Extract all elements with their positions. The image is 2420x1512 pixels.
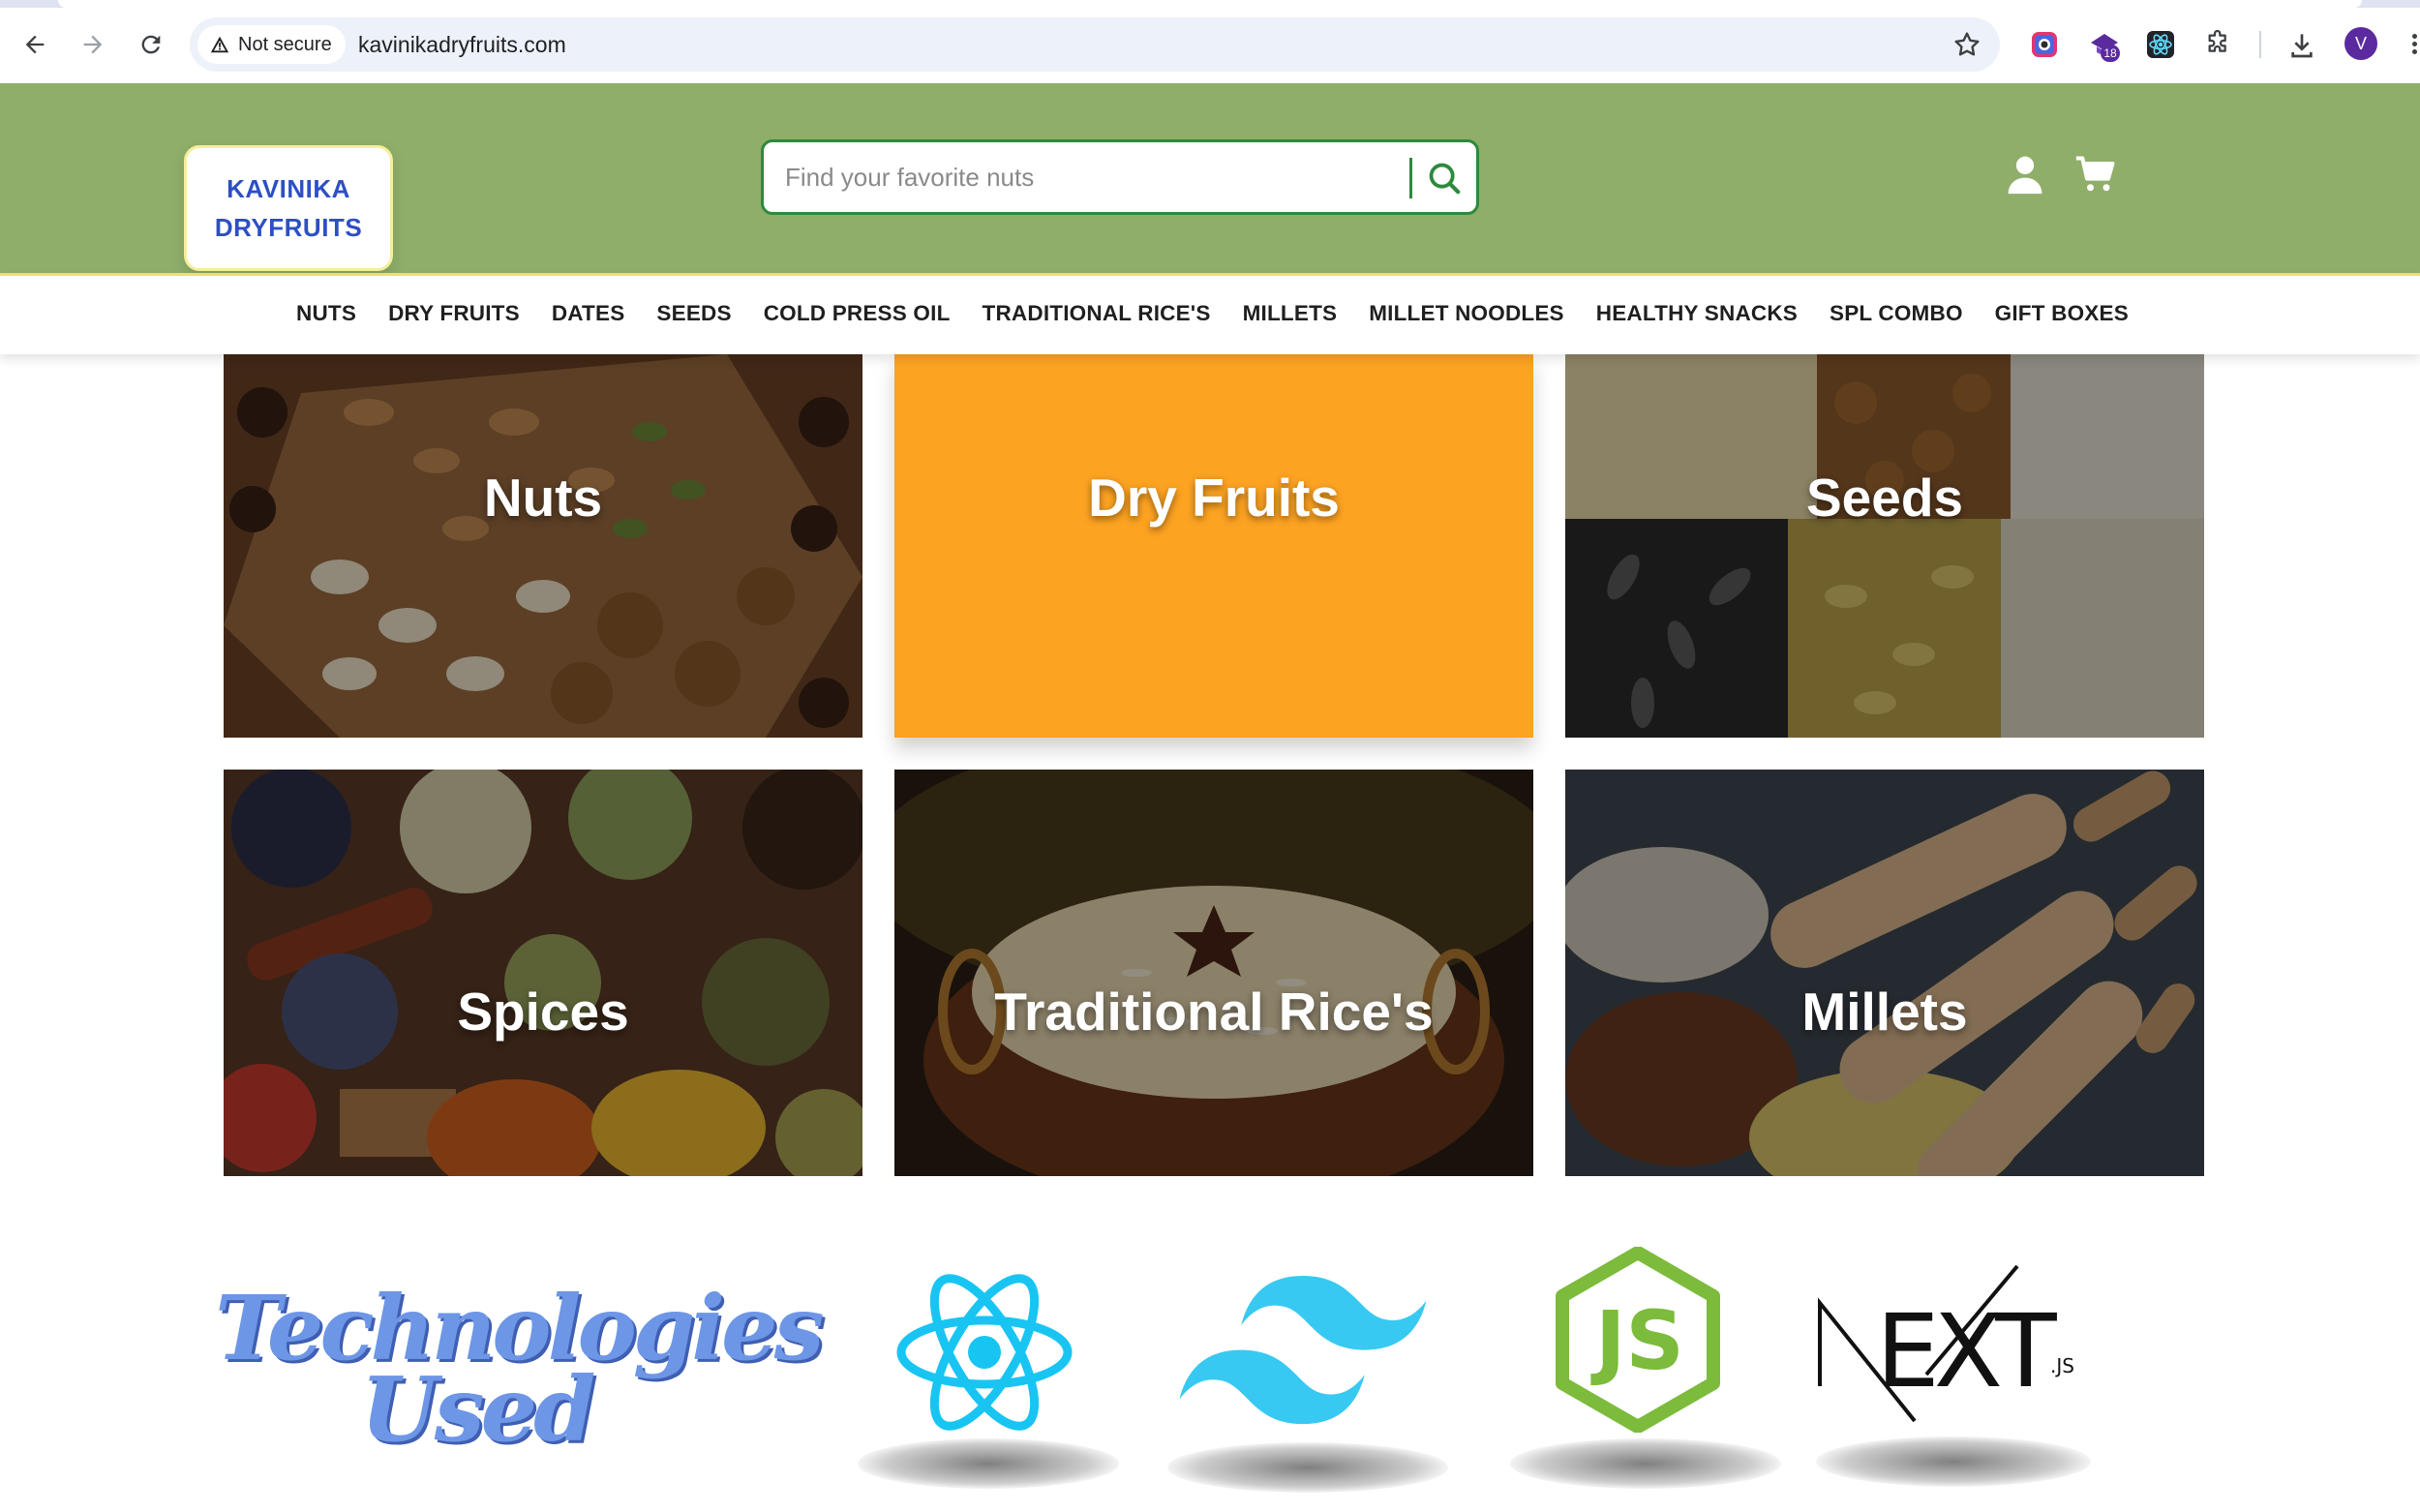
category-label: Seeds xyxy=(1805,468,1964,528)
category-tile-spices[interactable]: Spices xyxy=(224,770,862,1176)
nav-item-dry-fruits[interactable]: DRY FRUITS xyxy=(388,301,520,326)
forward-arrow-icon xyxy=(83,35,103,54)
nodejs-logo-shadow xyxy=(1510,1438,1781,1489)
category-tile-traditional-rices[interactable]: Traditional Rice's xyxy=(894,770,1533,1176)
site-header: KAVINIKA DRYFRUITS xyxy=(0,83,2420,273)
category-tile-millets[interactable]: Millets xyxy=(1565,770,2204,1176)
nav-item-millet-noodles[interactable]: MILLET NOODLES xyxy=(1369,301,1564,326)
svg-text:JS: JS xyxy=(1590,1293,1684,1388)
search-input[interactable] xyxy=(785,154,1366,200)
warning-icon xyxy=(210,36,229,53)
category-label: Traditional Rice's xyxy=(994,982,1434,1042)
extension-badge: 18 xyxy=(2101,45,2120,62)
category-tile-nuts[interactable]: Nuts xyxy=(224,354,862,738)
search-bar xyxy=(761,139,1479,215)
nav-item-seeds[interactable]: SEEDS xyxy=(656,301,731,326)
nav-item-spl-combo[interactable]: SPL COMBO xyxy=(1830,301,1963,326)
tailwind-logo-shadow xyxy=(1167,1442,1448,1493)
technologies-title-line-2: Used xyxy=(360,1357,596,1462)
download-icon xyxy=(2291,34,2313,58)
account-button[interactable] xyxy=(2004,153,2046,196)
puzzle-icon xyxy=(2208,29,2226,52)
profile-avatar[interactable]: V xyxy=(2344,27,2377,60)
react-logo xyxy=(896,1274,1073,1431)
nodejs-logo: JS xyxy=(1556,1247,1720,1433)
logo-line-1: KAVINIKA xyxy=(227,174,350,203)
nav-item-dates[interactable]: DATES xyxy=(552,301,625,326)
nextjs-logo: EXT .JS xyxy=(1818,1264,2074,1423)
security-label: Not secure xyxy=(238,33,332,55)
more-icon[interactable] xyxy=(2408,31,2420,60)
category-nav: NUTS DRY FRUITS DATES SEEDS COLD PRESS O… xyxy=(0,273,2420,354)
nav-item-nuts[interactable]: NUTS xyxy=(296,301,356,326)
tab-strip xyxy=(0,0,2420,8)
user-icon xyxy=(2008,156,2042,195)
reload-button[interactable] xyxy=(132,25,170,64)
back-button[interactable] xyxy=(15,25,54,64)
react-devtools-extension[interactable] xyxy=(2143,27,2178,62)
svg-text:EXT: EXT xyxy=(1876,1292,2057,1410)
toolbar-separator xyxy=(2259,31,2261,58)
technologies-title: Technologies Used xyxy=(215,1284,825,1462)
cart-button[interactable] xyxy=(2074,153,2117,196)
search-button[interactable] xyxy=(1420,154,1468,202)
category-label: Millets xyxy=(1801,982,1968,1042)
category-tile-dry-fruits[interactable]: Dry Fruits xyxy=(894,354,1533,738)
url-text[interactable]: kavinikadryfruits.com xyxy=(358,32,566,58)
dry-fruits-background xyxy=(894,354,1533,738)
nextjs-suffix: .JS xyxy=(2050,1354,2074,1377)
nav-item-millets[interactable]: MILLETS xyxy=(1243,301,1338,326)
nextjs-logo-shadow xyxy=(1816,1436,2091,1487)
tailwind-logo xyxy=(1179,1276,1427,1425)
search-divider xyxy=(1409,158,1412,198)
nav-item-traditional-rices[interactable]: TRADITIONAL RICE'S xyxy=(983,301,1211,326)
category-label: Nuts xyxy=(483,468,603,528)
nav-item-cold-press-oil[interactable]: COLD PRESS OIL xyxy=(764,301,951,326)
site-logo[interactable]: KAVINIKA DRYFRUITS xyxy=(184,145,393,271)
downloads-button[interactable] xyxy=(2284,27,2319,62)
nav-item-healthy-snacks[interactable]: HEALTHY SNACKS xyxy=(1596,301,1798,326)
extension-with-badge[interactable]: 18 xyxy=(2087,27,2122,62)
category-label: Dry Fruits xyxy=(1088,468,1340,528)
address-bar[interactable]: Not secure kavinikadryfruits.com xyxy=(190,17,2000,72)
forward-button[interactable] xyxy=(74,25,112,64)
color-picker-extension-icon xyxy=(2032,32,2057,57)
security-chip[interactable]: Not secure xyxy=(197,25,346,64)
logo-line-2: DRYFRUITS xyxy=(214,213,363,242)
react-logo-shadow xyxy=(858,1438,1119,1489)
color-picker-extension[interactable] xyxy=(2027,27,2062,62)
search-icon xyxy=(1429,163,1461,195)
react-devtools-icon xyxy=(2147,31,2174,58)
bookmark-button[interactable] xyxy=(1951,29,1982,60)
star-icon xyxy=(1954,32,1980,56)
extensions-button[interactable] xyxy=(2201,27,2236,62)
browser-toolbar: Not secure kavinikadryfruits.com 18 V xyxy=(0,0,2420,83)
category-label: Spices xyxy=(457,982,629,1042)
cart-icon xyxy=(2075,156,2115,192)
back-arrow-icon xyxy=(25,35,45,54)
nav-item-gift-boxes[interactable]: GIFT BOXES xyxy=(1995,301,2129,326)
category-tile-seeds[interactable]: Seeds xyxy=(1565,354,2204,738)
reload-icon xyxy=(141,35,161,54)
